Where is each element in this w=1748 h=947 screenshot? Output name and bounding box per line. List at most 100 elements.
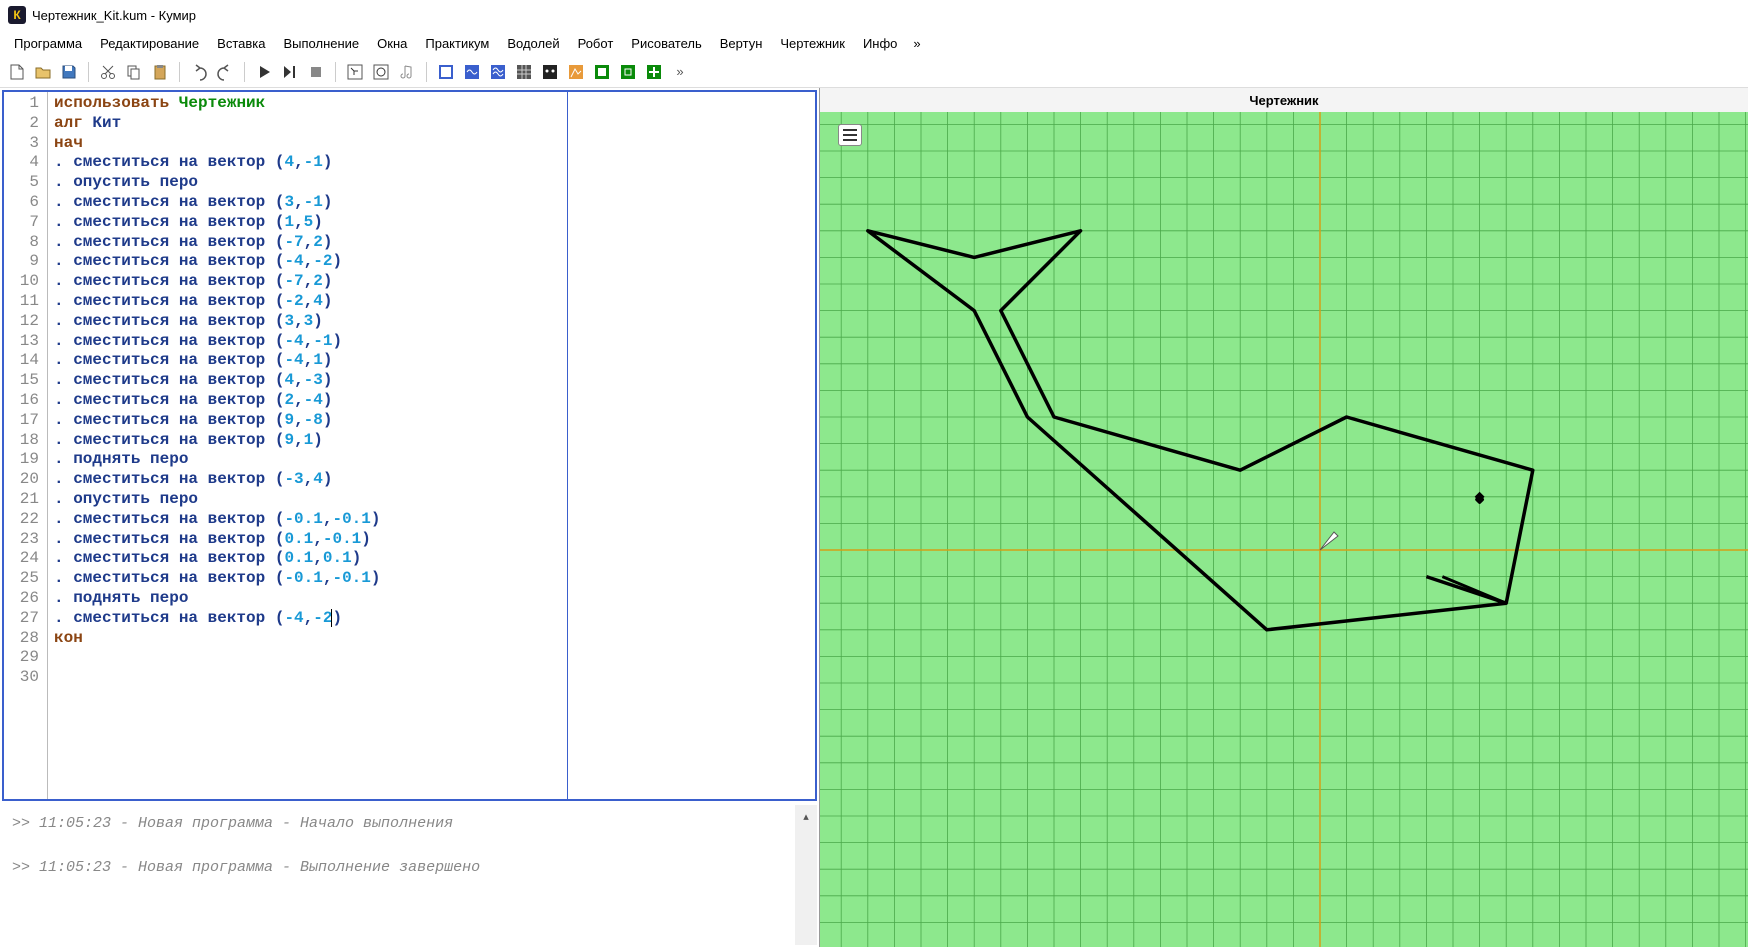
code-editor[interactable]: 1234567891011121314151617181920212223242… [2, 90, 817, 801]
line-number: 22 [4, 510, 47, 530]
code-line[interactable]: нач [54, 134, 561, 154]
code-line[interactable]: . сместиться на вектор (9,1) [54, 431, 561, 451]
toolbar-overflow[interactable]: » [669, 61, 691, 83]
code-line[interactable]: . опустить перо [54, 490, 561, 510]
code-line[interactable]: . поднять перо [54, 450, 561, 470]
code-area[interactable]: использовать Чертежникалг Китнач. смести… [48, 92, 568, 799]
tool-actor2-icon[interactable] [370, 61, 392, 83]
menu-item-Инфо[interactable]: Инфо [855, 33, 905, 54]
open-file-icon[interactable] [32, 61, 54, 83]
menu-item-Вертун[interactable]: Вертун [712, 33, 771, 54]
code-line[interactable]: . сместиться на вектор (-7,2) [54, 233, 561, 253]
code-line[interactable]: . сместиться на вектор (4,-3) [54, 371, 561, 391]
module-icon-4[interactable] [513, 61, 535, 83]
code-line[interactable]: . сместиться на вектор (3,-1) [54, 193, 561, 213]
line-number: 4 [4, 153, 47, 173]
menu-overflow[interactable]: » [907, 33, 926, 54]
menu-item-Программа[interactable]: Программа [6, 33, 90, 54]
module-icon-8[interactable] [617, 61, 639, 83]
code-line[interactable]: . сместиться на вектор (3,3) [54, 312, 561, 332]
canvas-menu-button[interactable] [838, 124, 862, 146]
module-icon-9[interactable] [643, 61, 665, 83]
module-icon-1[interactable] [435, 61, 457, 83]
console-line: >> 11:05:23 - Новая программа - Выполнен… [12, 857, 785, 879]
code-line[interactable] [54, 648, 561, 668]
line-number: 13 [4, 332, 47, 352]
menu-item-Чертежник[interactable]: Чертежник [772, 33, 853, 54]
new-file-icon[interactable] [6, 61, 28, 83]
line-number: 20 [4, 470, 47, 490]
menu-item-Выполнение[interactable]: Выполнение [275, 33, 367, 54]
tool-actor1-icon[interactable] [344, 61, 366, 83]
code-line[interactable]: . сместиться на вектор (0.1,0.1) [54, 549, 561, 569]
module-icon-5[interactable] [539, 61, 561, 83]
line-number: 23 [4, 530, 47, 550]
code-line[interactable]: алг Кит [54, 114, 561, 134]
menu-item-Рисователь[interactable]: Рисователь [623, 33, 709, 54]
menu-item-Редактирование[interactable]: Редактирование [92, 33, 207, 54]
menu-item-Водолей[interactable]: Водолей [499, 33, 567, 54]
code-line[interactable]: . сместиться на вектор (-4,1) [54, 351, 561, 371]
module-icon-3[interactable] [487, 61, 509, 83]
code-line[interactable]: . опустить перо [54, 173, 561, 193]
module-icon-2[interactable] [461, 61, 483, 83]
line-number: 25 [4, 569, 47, 589]
code-line[interactable]: . сместиться на вектор (-4,-2) [54, 252, 561, 272]
canvas-title: Чертежник [820, 88, 1748, 112]
paste-icon[interactable] [149, 61, 171, 83]
line-number: 8 [4, 233, 47, 253]
module-icon-7[interactable] [591, 61, 613, 83]
app-icon: К [8, 6, 26, 24]
code-line[interactable]: . сместиться на вектор (-0.1,-0.1) [54, 569, 561, 589]
menu-item-Окна[interactable]: Окна [369, 33, 415, 54]
run-icon[interactable] [253, 61, 275, 83]
code-line[interactable]: использовать Чертежник [54, 94, 561, 114]
code-line[interactable]: . сместиться на вектор (2,-4) [54, 391, 561, 411]
menubar: ПрограммаРедактированиеВставкаВыполнение… [0, 30, 1748, 56]
line-number: 27 [4, 609, 47, 629]
line-number: 9 [4, 252, 47, 272]
code-line[interactable]: . сместиться на вектор (1,5) [54, 213, 561, 233]
redo-icon[interactable] [214, 61, 236, 83]
line-number: 7 [4, 213, 47, 233]
save-file-icon[interactable] [58, 61, 80, 83]
line-number: 18 [4, 431, 47, 451]
line-number: 2 [4, 114, 47, 134]
code-line[interactable]: . сместиться на вектор (-4,-1) [54, 332, 561, 352]
code-line[interactable] [54, 668, 561, 688]
code-line[interactable]: . сместиться на вектор (-0.1,-0.1) [54, 510, 561, 530]
copy-icon[interactable] [123, 61, 145, 83]
code-line[interactable]: . сместиться на вектор (-4,-2) [54, 609, 561, 629]
scroll-up-icon[interactable]: ▴ [797, 807, 815, 825]
window-title: Чертежник_Kit.kum - Кумир [32, 8, 196, 23]
line-number: 17 [4, 411, 47, 431]
code-line[interactable]: . сместиться на вектор (-2,4) [54, 292, 561, 312]
module-icon-6[interactable] [565, 61, 587, 83]
code-line[interactable]: . сместиться на вектор (-7,2) [54, 272, 561, 292]
menu-item-Робот[interactable]: Робот [570, 33, 622, 54]
code-line[interactable]: . сместиться на вектор (-3,4) [54, 470, 561, 490]
line-number: 12 [4, 312, 47, 332]
line-number: 14 [4, 351, 47, 371]
menu-item-Практикум[interactable]: Практикум [417, 33, 497, 54]
line-number: 24 [4, 549, 47, 569]
drawing-canvas[interactable] [820, 112, 1748, 947]
code-line[interactable]: кон [54, 629, 561, 649]
line-number: 11 [4, 292, 47, 312]
cut-icon[interactable] [97, 61, 119, 83]
tool-music-icon[interactable] [396, 61, 418, 83]
toolbar-separator [244, 62, 245, 82]
console-scrollbar[interactable]: ▴ [795, 805, 817, 945]
code-line[interactable]: . сместиться на вектор (4,-1) [54, 153, 561, 173]
menu-item-Вставка[interactable]: Вставка [209, 33, 273, 54]
stop-icon[interactable] [305, 61, 327, 83]
undo-icon[interactable] [188, 61, 210, 83]
line-number-gutter: 1234567891011121314151617181920212223242… [4, 92, 48, 799]
step-icon[interactable] [279, 61, 301, 83]
toolbar-separator [88, 62, 89, 82]
code-line[interactable]: . сместиться на вектор (9,-8) [54, 411, 561, 431]
code-line[interactable]: . сместиться на вектор (0.1,-0.1) [54, 530, 561, 550]
line-number: 10 [4, 272, 47, 292]
line-number: 1 [4, 94, 47, 114]
code-line[interactable]: . поднять перо [54, 589, 561, 609]
